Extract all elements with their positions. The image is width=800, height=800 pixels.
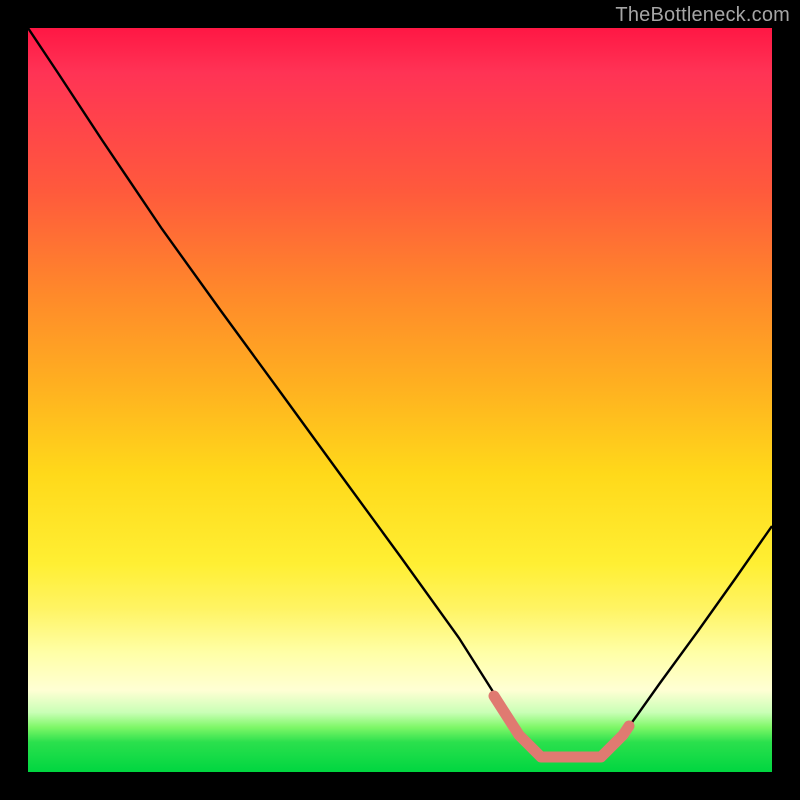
- mismatch-curve: [28, 28, 772, 757]
- watermark-text: TheBottleneck.com: [615, 4, 790, 27]
- curve-svg: [28, 28, 772, 772]
- optimal-range-highlight: [494, 696, 629, 757]
- plot-area: [28, 28, 772, 772]
- chart-container: TheBottleneck.com: [0, 0, 800, 800]
